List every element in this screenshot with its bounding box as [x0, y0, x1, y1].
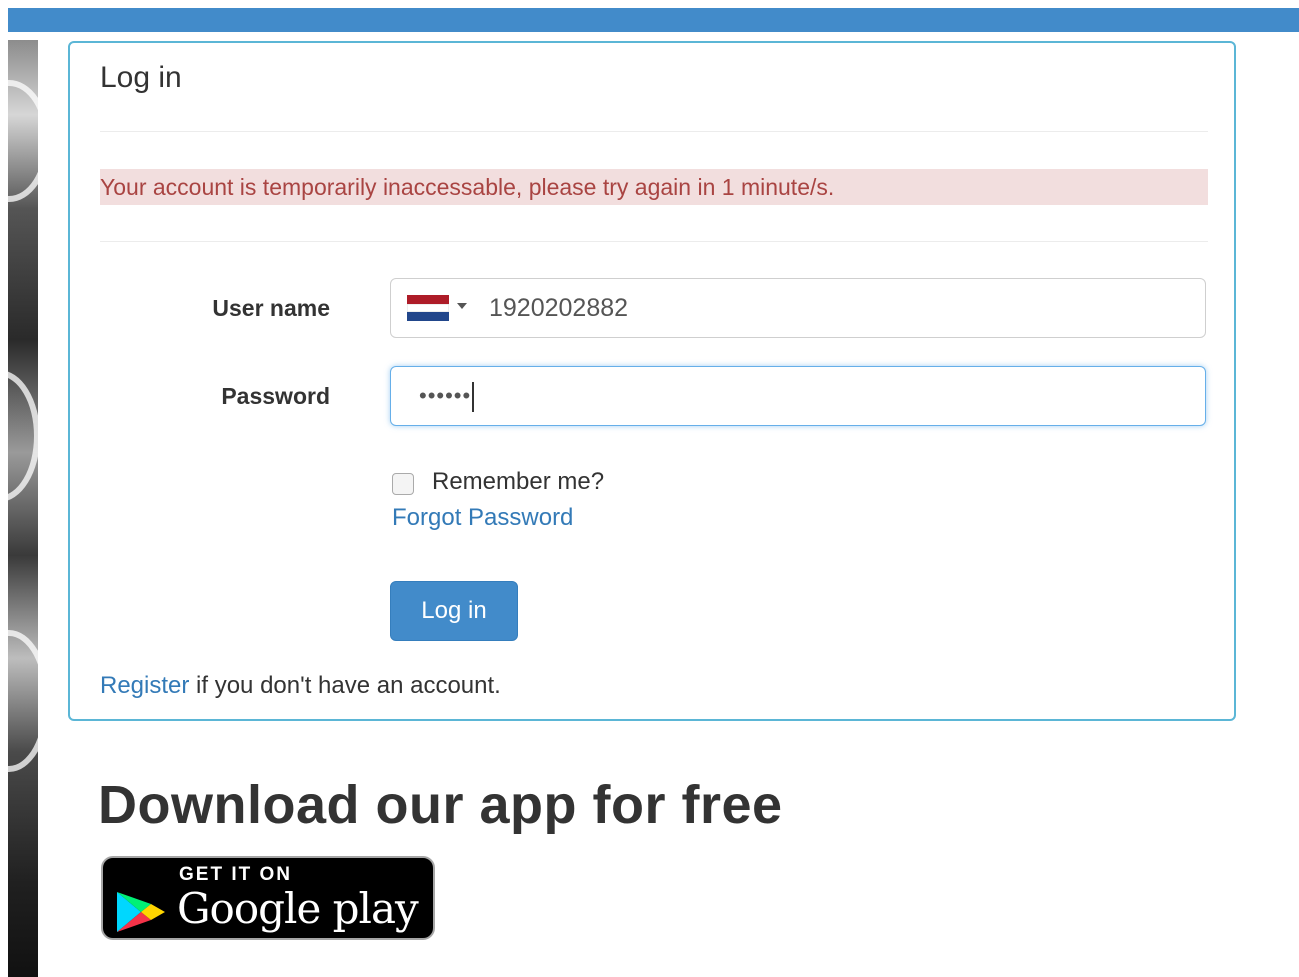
background-image-strip — [8, 40, 38, 977]
forgot-password-link[interactable]: Forgot Password — [392, 504, 573, 532]
download-app-heading: Download our app for free — [98, 775, 783, 835]
google-play-badge[interactable]: GET IT ON Google play — [101, 856, 435, 940]
page-title: Log in — [100, 61, 182, 94]
password-label: Password — [221, 383, 330, 409]
password-masked-value: •••••• — [419, 383, 472, 408]
badge-big-text: Google play — [177, 884, 419, 933]
flag-stripe-blue — [407, 312, 449, 321]
divider — [100, 131, 1208, 132]
error-alert: Your account is temporarily inaccessable… — [100, 169, 1208, 205]
remember-me-checkbox[interactable] — [392, 473, 414, 495]
username-label: User name — [212, 295, 330, 321]
flag-stripe-white — [407, 303, 449, 313]
decor-ring — [8, 630, 38, 772]
badge-small-text: GET IT ON — [179, 864, 292, 885]
caret-down-icon[interactable] — [457, 303, 467, 309]
username-input[interactable]: 1920202882 — [489, 279, 628, 337]
login-panel: Log in Your account is temporarily inacc… — [68, 41, 1236, 721]
register-prompt: Register if you don't have an account. — [100, 672, 501, 700]
password-input[interactable]: •••••• — [419, 367, 475, 425]
username-field[interactable]: 1920202882 — [390, 278, 1206, 338]
netherlands-flag-icon[interactable] — [407, 295, 449, 321]
register-suffix: if you don't have an account. — [189, 672, 501, 699]
google-play-icon — [117, 892, 165, 932]
text-cursor — [472, 382, 475, 413]
register-link[interactable]: Register — [100, 672, 189, 699]
remember-me-label[interactable]: Remember me? — [432, 468, 604, 496]
divider — [100, 241, 1208, 242]
decor-ring — [8, 80, 38, 202]
top-nav-bar — [8, 8, 1299, 32]
decor-ring — [8, 370, 38, 502]
flag-stripe-red — [407, 295, 449, 304]
password-field[interactable]: •••••• — [390, 366, 1206, 426]
login-button[interactable]: Log in — [390, 581, 518, 641]
